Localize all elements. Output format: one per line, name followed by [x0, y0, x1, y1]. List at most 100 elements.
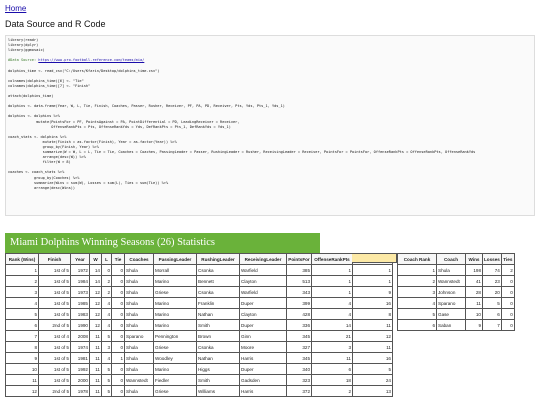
coach-cell: 23: [482, 275, 502, 287]
table-cell: 1984: [70, 275, 90, 287]
table-cell: 4: [101, 319, 112, 331]
table-cell: Brown: [196, 330, 240, 342]
table-cell: 8: [5, 341, 39, 353]
table-cell: 1990: [70, 319, 90, 331]
column-header: RushingLeader: [196, 253, 240, 265]
table-cell: 16: [352, 297, 393, 309]
table-row: 6 2nd of 5 1990 12 4 0 Shula Marino Smith Duper 33…: [5, 319, 393, 331]
column-header: PassingLeader: [153, 253, 197, 265]
table-cell: Shula: [124, 352, 154, 364]
table-row: 4 1st of 5 1985 12 4 0 Shula Marino Franklin Dupe…: [5, 297, 393, 309]
table-cell: 1: [5, 264, 39, 276]
coach-cell: 3: [397, 286, 437, 298]
table-cell: 345: [286, 330, 312, 342]
table-cell: Shula: [124, 286, 154, 298]
table-cell: Shula: [124, 297, 154, 309]
table-cell: Marino: [153, 363, 197, 375]
table-cell: 1973: [70, 286, 90, 298]
coach-column-header: Ties: [500, 253, 515, 265]
table-cell: 2nd of 5: [38, 385, 71, 397]
table-cell: Csonka: [196, 341, 240, 353]
table-cell: 1974: [70, 341, 90, 353]
coach-cell: 2: [397, 275, 437, 287]
column-header: Tie: [111, 253, 125, 265]
table-cell: 16: [352, 352, 393, 364]
table-cell: 11: [311, 352, 353, 364]
table-cell: 2: [5, 275, 39, 287]
table-cell: 1972: [70, 264, 90, 276]
table-cell: 7: [5, 330, 39, 342]
table-cell: 323: [286, 374, 312, 386]
table-cell: Morrall: [153, 264, 197, 276]
coach-row: 4 Sparano 11 5 0: [397, 297, 515, 309]
table-cell: 1: [352, 275, 393, 287]
table-cell: 327: [286, 341, 312, 353]
table-cell: 24: [352, 374, 393, 386]
table-cell: 1: [311, 286, 353, 298]
coach-cell: 6: [397, 319, 437, 331]
table-cell: 4: [311, 297, 353, 309]
table-cell: 14: [89, 264, 102, 276]
home-link[interactable]: Home: [5, 4, 26, 13]
table-cell: 1: [352, 264, 393, 276]
table-cell: 4: [101, 352, 112, 364]
coach-cell: Saban: [436, 319, 466, 331]
table-cell: 1st of 5: [38, 308, 71, 320]
table-cell: Marino: [153, 319, 197, 331]
table-cell: 1: [311, 264, 353, 276]
coach-row: 6 Saban 9 7 0: [397, 319, 515, 331]
table-cell: Griese: [153, 385, 197, 397]
column-header: OffenseRankPts: [311, 253, 353, 265]
table-cell: 14: [89, 275, 102, 287]
table-cell: 1981: [70, 352, 90, 364]
coach-cell: 11: [465, 297, 483, 309]
coach-cell: 9: [465, 319, 483, 331]
table-cell: 372: [286, 385, 312, 397]
table-cell: 0: [111, 275, 125, 287]
table-cell: 13: [352, 385, 393, 397]
table-title: Miami Dolphins Winning Seasons (26) Stat…: [5, 233, 320, 253]
table-cell: 5: [352, 363, 393, 375]
table-cell: Clayton: [239, 275, 287, 287]
coach-column-header: Coach: [436, 253, 466, 265]
coach-cell: 2: [500, 264, 515, 276]
table-cell: 0: [111, 374, 125, 386]
table-cell: 11: [352, 319, 393, 331]
data-source-link[interactable]: https://www.pro-football-reference.com/t…: [38, 58, 144, 62]
table-cell: 0: [111, 330, 125, 342]
coach-column-header: Wins: [465, 253, 483, 265]
coach-cell: 4: [397, 297, 437, 309]
table-cell: 4: [5, 297, 39, 309]
table-cell: 9: [5, 352, 39, 364]
table-cell: 0: [111, 319, 125, 331]
table-cell: 1st of 5: [38, 264, 71, 276]
table-row: 9 1st of 5 1981 11 4 1 Shula Woodley Nathan Harri…: [5, 352, 393, 364]
table-cell: 5: [101, 374, 112, 386]
table-cell: 385: [286, 264, 312, 276]
table-row: 1 1st of 5 1972 14 0 0 Shula Morrall Csonka Warfi…: [5, 264, 393, 276]
coach-cell: 41: [465, 275, 483, 287]
table-cell: Duper: [239, 363, 287, 375]
table-cell: Smith: [196, 374, 240, 386]
table-cell: 12: [89, 297, 102, 309]
table-cell: 1st of 5: [38, 374, 71, 386]
coach-column-header: Losses: [482, 253, 502, 265]
table-cell: 11: [89, 352, 102, 364]
table-cell: Warfield: [239, 264, 287, 276]
table-cell: 1st of 5: [38, 297, 71, 309]
code-block: library(readr) library(dplyr) library(ggmo…: [5, 35, 535, 216]
table-cell: Nathan: [196, 352, 240, 364]
table-cell: Smith: [196, 319, 240, 331]
table-row: 5 1st of 5 1983 12 4 0 Shula Marino Nathan Clayto…: [5, 308, 393, 320]
coach-cell: 5: [397, 308, 437, 320]
coach-cell: Gase: [436, 308, 466, 320]
coach-column-header: Coach Rank: [397, 253, 437, 265]
column-header: W: [89, 253, 102, 265]
table-cell: Clayton: [239, 308, 287, 320]
coach-header-row: Coach Rank Coach Wins Losses Ties: [397, 253, 515, 265]
table-cell: 5: [5, 308, 39, 320]
table-cell: 12: [89, 319, 102, 331]
coach-row: 2 Wannstedt 41 23 0: [397, 275, 515, 287]
table-cell: 4: [101, 308, 112, 320]
table-cell: 1st of 5: [38, 275, 71, 287]
